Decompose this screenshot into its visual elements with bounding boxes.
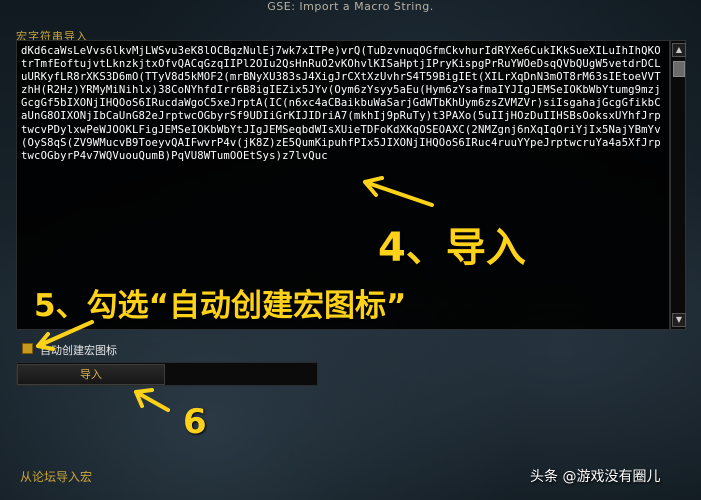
arrow-step5 <box>36 320 94 351</box>
annotation-step6: 6 <box>183 402 207 442</box>
arrow-step6 <box>134 388 170 412</box>
annotation-step4: 4、导入 <box>378 225 526 271</box>
arrow-step4 <box>363 176 434 207</box>
watermark: 头条 @游戏没有圈儿 <box>530 469 661 485</box>
annotation-step5: 5、勾选“自动创建宏图标” <box>34 288 407 324</box>
annotation-arrows <box>36 176 434 412</box>
